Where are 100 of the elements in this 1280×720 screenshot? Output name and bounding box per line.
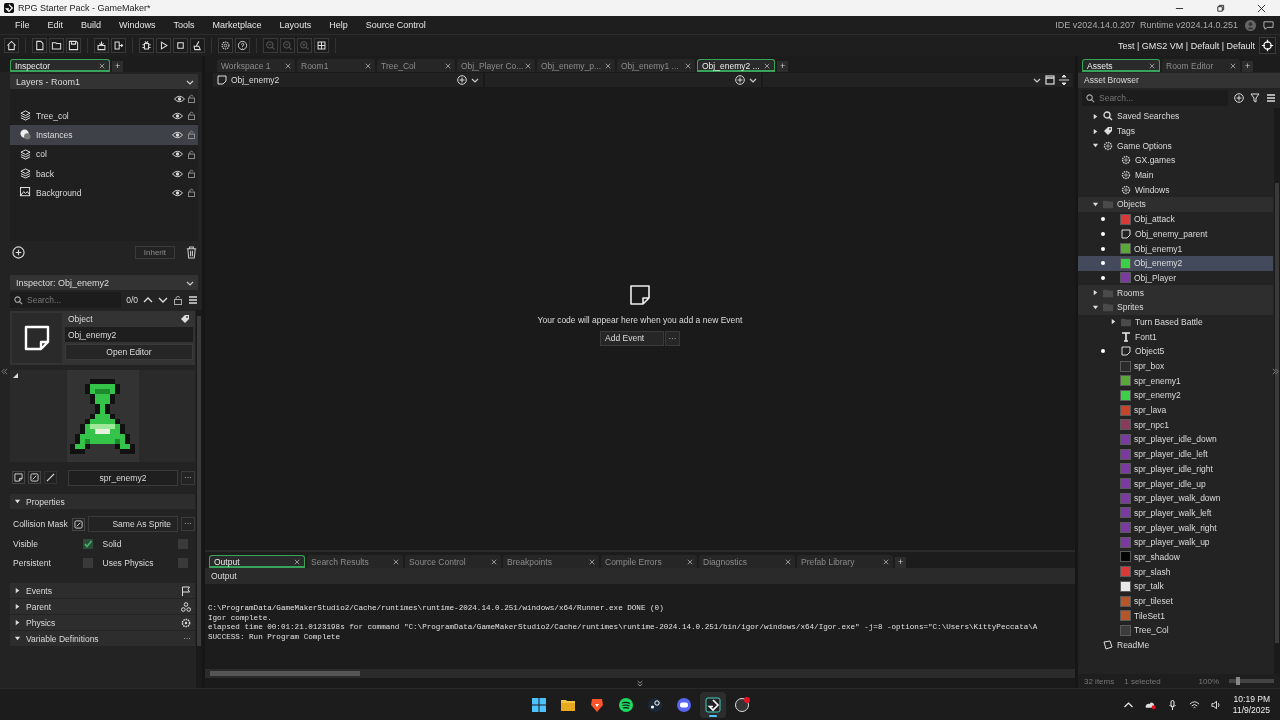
close-icon[interactable] bbox=[1149, 63, 1155, 69]
menu-item[interactable]: File bbox=[6, 20, 39, 30]
menu-item[interactable]: Build bbox=[72, 20, 111, 30]
asset-tree-item[interactable]: spr_enemy1 bbox=[1078, 373, 1273, 389]
close-icon[interactable] bbox=[685, 62, 691, 69]
output-tab[interactable]: Source Control bbox=[405, 555, 501, 568]
add-tab-button[interactable]: + bbox=[112, 61, 124, 72]
collapsed-arrow-icon[interactable] bbox=[14, 603, 21, 610]
section-header[interactable]: Physics bbox=[10, 615, 195, 630]
add-event-button[interactable]: Add Event bbox=[600, 330, 664, 346]
panel-tab[interactable]: Room Editor bbox=[1162, 59, 1240, 72]
close-icon[interactable] bbox=[605, 62, 611, 69]
collapsed-arrow-icon[interactable] bbox=[1092, 112, 1099, 120]
asset-tree-item[interactable]: Main bbox=[1078, 167, 1273, 183]
asset-tree-item[interactable]: spr_lava bbox=[1078, 402, 1273, 418]
asset-tree-item[interactable]: spr_shadow bbox=[1078, 549, 1273, 565]
output-tab[interactable]: Compile Errors bbox=[601, 555, 697, 568]
dropdown-caret-icon[interactable] bbox=[749, 76, 757, 84]
microphone-icon[interactable] bbox=[1166, 699, 1178, 710]
collapsed-arrow-icon[interactable] bbox=[1092, 127, 1099, 135]
tag-icon[interactable] bbox=[180, 314, 190, 324]
split-icon[interactable] bbox=[1059, 75, 1069, 85]
bug-icon[interactable] bbox=[139, 38, 154, 53]
object-name-field[interactable]: Obj_enemy2 bbox=[65, 327, 193, 342]
output-tab[interactable]: Prefab Library bbox=[797, 555, 893, 568]
editor-tab[interactable]: Obj_enemy1 ... bbox=[617, 59, 695, 72]
menu-item[interactable]: Help bbox=[320, 20, 357, 30]
add-tab-button[interactable]: + bbox=[777, 61, 789, 72]
asset-tree-item[interactable]: Tags bbox=[1078, 123, 1273, 139]
collapsed-arrow-icon[interactable] bbox=[1110, 318, 1117, 326]
asset-tree-item[interactable]: spr_box bbox=[1078, 358, 1273, 374]
asset-tree-item[interactable]: Obj_attack bbox=[1078, 211, 1273, 227]
lock-icon[interactable] bbox=[188, 130, 195, 140]
add-layer-icon[interactable] bbox=[12, 245, 25, 259]
asset-tree-item[interactable]: spr_player_idle_right bbox=[1078, 461, 1273, 477]
more-button[interactable]: ··· bbox=[183, 634, 191, 643]
eye-icon[interactable] bbox=[172, 130, 183, 139]
filter-icon[interactable] bbox=[1250, 93, 1260, 103]
close-icon[interactable] bbox=[589, 558, 595, 565]
expand-left-icon[interactable] bbox=[1, 368, 8, 375]
add-tab-button[interactable]: + bbox=[1242, 61, 1254, 72]
asset-tree-item[interactable]: Objects bbox=[1078, 197, 1273, 212]
add-asset-icon[interactable] bbox=[1234, 93, 1244, 103]
clock-time[interactable]: 10:19 PM bbox=[1233, 693, 1270, 705]
open-editor-button[interactable]: Open Editor bbox=[65, 344, 193, 360]
more-button[interactable]: ··· bbox=[665, 330, 680, 346]
layer-item[interactable]: col bbox=[10, 144, 198, 164]
more-button[interactable]: ··· bbox=[181, 517, 195, 531]
asset-tree-item[interactable]: spr_npc1 bbox=[1078, 417, 1273, 433]
asset-tree-item[interactable]: spr_slash bbox=[1078, 564, 1273, 579]
restore-icon[interactable] bbox=[1216, 3, 1225, 13]
more-button[interactable]: ··· bbox=[181, 470, 195, 485]
new-file-icon[interactable] bbox=[32, 38, 47, 53]
brush-icon[interactable] bbox=[44, 471, 57, 484]
lock-icon[interactable] bbox=[188, 149, 195, 159]
settings-icon[interactable] bbox=[218, 38, 233, 53]
collapsed-arrow-icon[interactable] bbox=[14, 619, 21, 626]
asset-tree-item[interactable]: spr_player_walk_down bbox=[1078, 490, 1273, 506]
target-icon[interactable] bbox=[1259, 37, 1276, 54]
lock-icon[interactable] bbox=[188, 188, 195, 198]
close-icon[interactable] bbox=[764, 63, 770, 69]
asset-tree-item[interactable]: GX.games bbox=[1078, 153, 1273, 168]
panel-tab[interactable]: Inspector bbox=[10, 59, 110, 72]
edit-sprite-icon[interactable] bbox=[28, 471, 41, 484]
resize-corner-icon[interactable] bbox=[13, 373, 18, 378]
search-field[interactable]: Search... bbox=[1082, 90, 1228, 106]
close-icon[interactable] bbox=[365, 62, 371, 69]
asset-tree-item[interactable]: spr_player_idle_up bbox=[1078, 476, 1273, 491]
editor-tab[interactable]: Room1 bbox=[297, 59, 375, 72]
close-icon[interactable] bbox=[285, 62, 291, 69]
asset-tree-item[interactable]: Obj_enemy_parent bbox=[1078, 226, 1273, 242]
sprite-selector[interactable]: spr_enemy2 bbox=[68, 469, 178, 486]
dropdown-caret-icon[interactable] bbox=[1033, 76, 1041, 84]
asset-tree-item[interactable]: spr_enemy2 bbox=[1078, 388, 1273, 403]
expand-right-icon[interactable] bbox=[1272, 368, 1279, 375]
asset-tree-item[interactable]: spr_tileset bbox=[1078, 593, 1273, 609]
checkbox[interactable] bbox=[82, 539, 93, 549]
close-icon[interactable] bbox=[294, 559, 300, 565]
expanded-arrow-icon[interactable] bbox=[14, 498, 21, 505]
asset-tree-item[interactable]: Obj_enemy2 bbox=[1078, 255, 1273, 271]
save-icon[interactable] bbox=[66, 38, 81, 53]
editor-tab[interactable]: Obj_enemy_p... bbox=[537, 59, 615, 72]
collision-mask-selector[interactable]: Same As Sprite bbox=[87, 516, 178, 532]
asset-tree-item[interactable]: Rooms bbox=[1078, 285, 1273, 300]
package-icon[interactable] bbox=[94, 38, 109, 53]
close-icon[interactable] bbox=[445, 62, 451, 69]
section-header[interactable]: Parent bbox=[10, 599, 195, 614]
chat-icon[interactable] bbox=[1263, 19, 1274, 31]
menu-item[interactable]: Source Control bbox=[356, 20, 435, 30]
home-icon[interactable] bbox=[4, 38, 19, 53]
asset-tree-item[interactable]: Turn Based Battle bbox=[1078, 314, 1273, 330]
eye-icon[interactable] bbox=[172, 150, 183, 159]
collapsed-arrow-icon[interactable] bbox=[1092, 289, 1099, 297]
layers-dropdown[interactable]: Layers - Room1 bbox=[10, 74, 198, 89]
expanded-arrow-icon[interactable] bbox=[14, 635, 21, 642]
add-tab-button[interactable]: + bbox=[895, 557, 907, 568]
output-tab[interactable]: Diagnostics bbox=[699, 555, 795, 568]
asset-tree-item[interactable]: TileSet1 bbox=[1078, 608, 1273, 624]
dropdown-caret-icon[interactable] bbox=[471, 76, 479, 84]
expanded-arrow-icon[interactable] bbox=[1092, 142, 1099, 150]
